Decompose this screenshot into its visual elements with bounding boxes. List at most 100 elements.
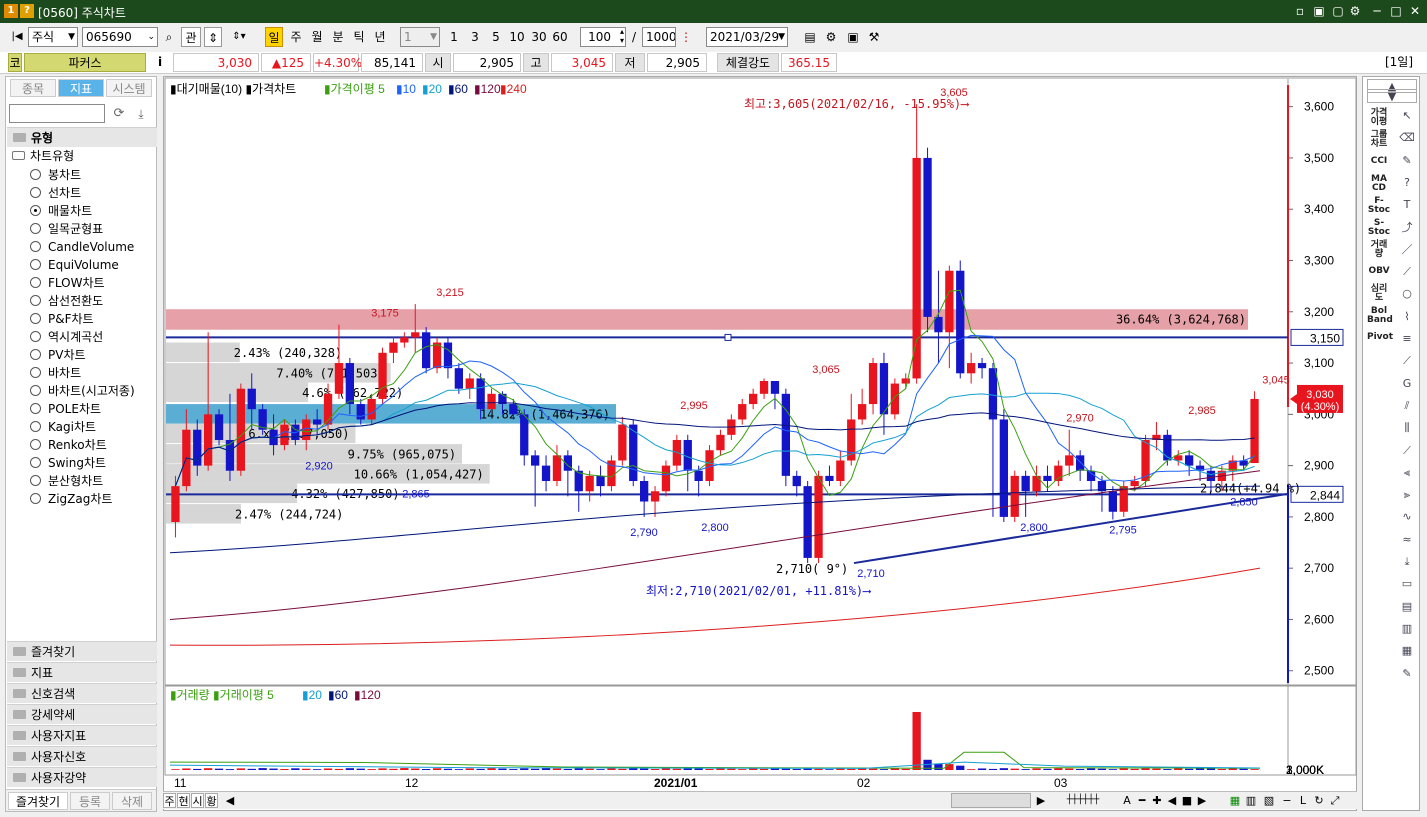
close-icon[interactable]: ✕ bbox=[1407, 3, 1423, 19]
zoom-slider[interactable]: ┼┼┼┼┼┼ bbox=[1053, 793, 1113, 808]
speed-line-icon[interactable]: ⫽ bbox=[1399, 399, 1415, 413]
pen-icon[interactable]: ✎ bbox=[1399, 154, 1415, 168]
chart-type-item[interactable]: Renko차트 bbox=[28, 436, 107, 454]
minimize-icon[interactable]: ─ bbox=[1369, 3, 1385, 19]
indicator-bollinger[interactable]: Bol Band bbox=[1367, 307, 1393, 325]
window-link-icon[interactable]: ▫ bbox=[1292, 3, 1308, 19]
minus-icon[interactable]: − bbox=[1281, 793, 1293, 808]
indicator-group[interactable]: 사용자강약 bbox=[7, 767, 157, 787]
tab-stocks[interactable]: 종목 bbox=[10, 79, 56, 97]
related-button[interactable]: 관 bbox=[181, 27, 201, 47]
chart-type-item[interactable]: 매물차트 bbox=[28, 202, 92, 220]
radio-icon[interactable] bbox=[30, 493, 41, 504]
pitchfork-icon[interactable]: ⫷ bbox=[1399, 466, 1415, 480]
nav-market[interactable]: 시 bbox=[191, 793, 204, 808]
register-button[interactable]: 등록 bbox=[70, 792, 110, 810]
auto-icon[interactable]: ⤓ bbox=[1399, 555, 1415, 569]
play-icon[interactable]: ▶ bbox=[1196, 793, 1208, 808]
code-input[interactable]: 065690 ⌄ bbox=[82, 27, 158, 47]
indicator-group[interactable]: 사용자신호 bbox=[7, 746, 157, 766]
indicator-group[interactable]: 지표 bbox=[7, 662, 157, 682]
chart-type-item[interactable]: 선차트 bbox=[28, 184, 81, 202]
chart-type-item[interactable]: 바차트 bbox=[28, 364, 81, 382]
market-select[interactable]: 주식 ▼ bbox=[28, 27, 78, 47]
interval-select[interactable]: 1 ▼ bbox=[400, 27, 440, 47]
sync-icon[interactable]: ⇕ bbox=[204, 27, 222, 47]
indicator-group[interactable]: 강세약세 bbox=[7, 704, 157, 724]
indicator-pivot[interactable]: Pivot bbox=[1367, 333, 1393, 342]
angle-icon[interactable]: ⟋ bbox=[1399, 354, 1415, 368]
table-icon[interactable]: ▥ bbox=[1399, 622, 1415, 636]
period-day[interactable]: 일 bbox=[265, 27, 283, 47]
chart-type-item[interactable]: PV차트 bbox=[28, 346, 86, 364]
chart-type-item[interactable]: ZigZag차트 bbox=[28, 490, 112, 508]
tab-system[interactable]: 시스템 bbox=[106, 79, 152, 97]
text-icon[interactable]: T bbox=[1399, 198, 1415, 212]
indicator-group[interactable]: 사용자지표 bbox=[7, 725, 157, 745]
help-icon[interactable]: ? bbox=[1399, 176, 1415, 190]
chart-panel[interactable]: 3,600 3,500 3,400 3,300 3,200 3,100 3,000 2,900… bbox=[163, 76, 1357, 811]
indicator-volume[interactable]: 거래 량 bbox=[1367, 241, 1391, 259]
channel-icon[interactable]: ≡ bbox=[1399, 332, 1415, 346]
search-icon[interactable]: ⌕ bbox=[160, 27, 178, 47]
font-icon[interactable]: A bbox=[1121, 793, 1133, 808]
chart-icon[interactable]: ▤ bbox=[802, 27, 818, 47]
chart-type-item[interactable]: 분산형차트 bbox=[28, 472, 103, 490]
radio-icon[interactable] bbox=[30, 331, 41, 342]
chart-type-item[interactable]: 봉차트 bbox=[28, 166, 81, 184]
price-chart[interactable]: 3,6003,5003,4003,3003,2003,1003,0002,900… bbox=[164, 77, 1358, 792]
circle-icon[interactable]: ○ bbox=[1399, 287, 1415, 301]
help-icon[interactable]: ? bbox=[20, 4, 34, 18]
chart-type-item[interactable]: POLE차트 bbox=[28, 400, 101, 418]
memo-icon[interactable]: ▤ bbox=[1399, 600, 1415, 614]
chart-type-item[interactable]: 바차트(시고저종) bbox=[28, 382, 135, 400]
tree-root[interactable]: 차트유형 bbox=[12, 148, 74, 164]
quick-1[interactable]: 1 bbox=[446, 27, 462, 47]
quick-60[interactable]: 60 bbox=[550, 27, 570, 47]
chart-type-item[interactable]: FLOW차트 bbox=[28, 274, 105, 292]
wave-icon[interactable]: ∿ bbox=[1399, 510, 1415, 524]
eraser-icon[interactable]: ⌫ bbox=[1399, 131, 1415, 145]
indicator-search-input[interactable] bbox=[9, 104, 105, 123]
chart-type-item[interactable]: Kagi차트 bbox=[28, 418, 96, 436]
period-minute[interactable]: 분 bbox=[329, 27, 347, 47]
radio-icon[interactable] bbox=[30, 295, 41, 306]
radio-icon[interactable] bbox=[30, 205, 41, 216]
excel-icon[interactable]: ▦ bbox=[1229, 793, 1241, 808]
chart-type-item[interactable]: EquiVolume bbox=[28, 256, 119, 274]
radio-icon[interactable] bbox=[30, 277, 41, 288]
indicator-fstoc[interactable]: F- Stoc bbox=[1367, 197, 1391, 215]
window-save-icon[interactable]: ▣ bbox=[1311, 3, 1327, 19]
radio-icon[interactable] bbox=[30, 349, 41, 360]
zoom-out-icon[interactable]: ━ bbox=[1136, 793, 1148, 808]
date-select[interactable]: 2021/03/29 ▼ bbox=[706, 27, 788, 47]
spin-icon[interactable]: ⇕▾ bbox=[226, 27, 252, 47]
box-icon[interactable]: ▭ bbox=[1399, 577, 1415, 591]
info-icon[interactable]: i bbox=[150, 53, 170, 72]
tab-favorites[interactable]: 즐겨찾기 bbox=[8, 792, 68, 810]
refresh-icon[interactable]: ⟳ bbox=[110, 104, 128, 124]
indicator-price-ma[interactable]: 가격 이평 bbox=[1367, 109, 1391, 127]
first-icon[interactable]: |◀ bbox=[8, 27, 26, 47]
window-print-icon[interactable]: ▢ bbox=[1330, 3, 1346, 19]
fan-icon[interactable]: ⫸ bbox=[1399, 488, 1415, 502]
radio-icon[interactable] bbox=[30, 475, 41, 486]
scroll-down-icon[interactable]: ▼ bbox=[1367, 89, 1417, 103]
radio-icon[interactable] bbox=[30, 241, 41, 252]
fibo-icon[interactable]: ⌇ bbox=[1399, 310, 1415, 324]
maximize-icon[interactable]: □ bbox=[1388, 3, 1404, 19]
quick-30[interactable]: 30 bbox=[529, 27, 549, 47]
radio-icon[interactable] bbox=[30, 421, 41, 432]
ray-icon[interactable]: ⟋ bbox=[1399, 444, 1415, 458]
gear-icon[interactable]: ⚙ bbox=[823, 27, 839, 47]
group-type[interactable]: 유형 bbox=[7, 127, 157, 147]
radio-icon[interactable] bbox=[30, 457, 41, 468]
tab-indicators[interactable]: 지표 bbox=[58, 79, 104, 97]
count-input[interactable]: 100 ▴ ▾ bbox=[580, 27, 626, 47]
radio-icon[interactable] bbox=[30, 223, 41, 234]
stock-name[interactable]: 파커스 bbox=[24, 53, 146, 72]
horizontal-scrollbar[interactable] bbox=[951, 793, 1031, 808]
radio-icon[interactable] bbox=[30, 169, 41, 180]
scroll-left-icon[interactable]: ◀ bbox=[223, 793, 237, 808]
period-month[interactable]: 월 bbox=[308, 27, 326, 47]
